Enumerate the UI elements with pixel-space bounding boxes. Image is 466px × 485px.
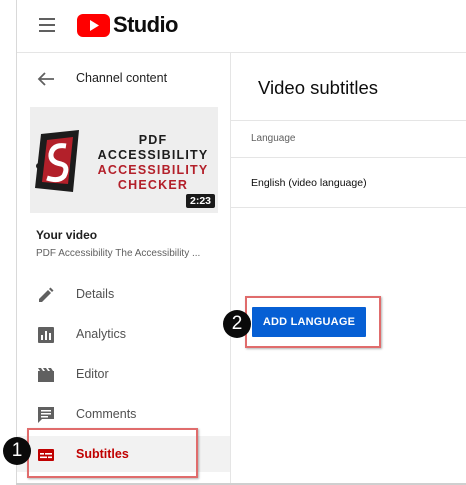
pdf-logo-icon: [35, 130, 79, 192]
step-badge-2: 2: [223, 310, 251, 338]
sidebar-item-analytics[interactable]: Analytics: [17, 316, 230, 352]
duration-badge: 2:23: [185, 194, 215, 208]
back-label: Channel content: [76, 71, 168, 85]
clapperboard-icon: [38, 368, 54, 382]
sidebar-item-label: Details: [76, 287, 115, 301]
step-badge-1: 1: [3, 437, 31, 465]
pencil-icon: [39, 287, 54, 302]
youtube-play-icon: [77, 13, 110, 37]
divider: [231, 157, 466, 158]
sidebar-item-comments[interactable]: Comments: [17, 396, 230, 432]
sidebar: Channel content PDF ACCESSIBILITY ACCESS…: [17, 53, 231, 483]
thumbnail-text-line: ACCESSIBILITY: [97, 148, 209, 162]
sidebar-item-editor[interactable]: Editor: [17, 356, 230, 392]
sidebar-item-details[interactable]: Details: [17, 276, 230, 312]
highlight-box-add-language: [245, 296, 381, 348]
video-thumbnail[interactable]: PDF ACCESSIBILITY ACCESSIBILITY CHECKER …: [30, 107, 218, 213]
language-row[interactable]: English (video language): [251, 177, 367, 189]
studio-logo[interactable]: Studio: [77, 12, 178, 37]
column-header-language: Language: [251, 133, 296, 144]
highlight-box-subtitles: [27, 428, 198, 478]
sidebar-item-label: Analytics: [76, 327, 127, 341]
sidebar-item-label: Comments: [76, 407, 137, 421]
page-title: Video subtitles: [258, 77, 378, 98]
thumbnail-text-line: CHECKER: [117, 178, 189, 192]
your-video-label: Your video: [36, 228, 98, 242]
comment-icon: [38, 407, 54, 423]
video-title: PDF Accessibility The Accessibility ...: [36, 248, 201, 259]
top-bar: Studio: [17, 0, 466, 53]
main-panel: Video subtitles Language English (video …: [231, 53, 466, 483]
arrow-left-icon[interactable]: [37, 71, 55, 87]
sidebar-item-label: Editor: [76, 367, 109, 381]
hamburger-menu-icon[interactable]: [39, 18, 55, 32]
logo-text: Studio: [113, 12, 178, 37]
thumbnail-text-line: ACCESSIBILITY: [97, 163, 209, 177]
thumbnail-text-line: PDF: [138, 133, 168, 147]
divider: [231, 120, 466, 121]
back-to-channel-content[interactable]: Channel content: [17, 67, 230, 91]
divider: [231, 207, 466, 208]
bar-chart-icon: [38, 327, 54, 343]
